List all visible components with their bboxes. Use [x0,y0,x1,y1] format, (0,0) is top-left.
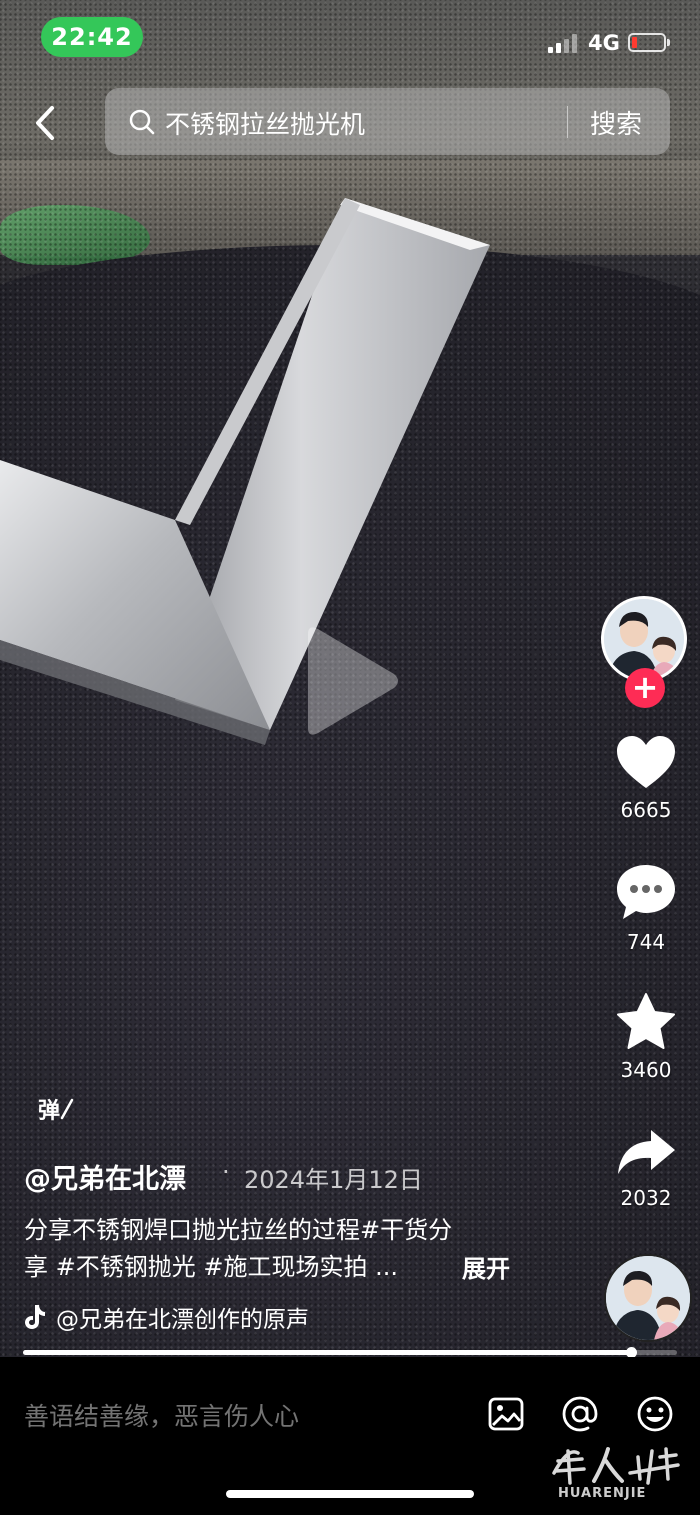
signal-icon [548,33,580,53]
share-button[interactable]: 2032 [600,1126,692,1210]
back-button[interactable] [28,104,62,142]
network-type: 4G [588,31,620,55]
share-arrow-icon [618,1130,675,1174]
avatar-photo [604,599,684,679]
favorite-button[interactable]: 3460 [600,992,692,1082]
description-line-1: 分享不锈钢焊口抛光拉丝的过程#干货分 [24,1216,453,1244]
description-line-2: 享 #不锈钢抛光 #施工现场实拍 ... [24,1253,398,1281]
comment-button[interactable]: 744 [600,862,692,954]
search-icon [129,109,155,135]
caption-separator: · [222,1158,230,1186]
home-indicator[interactable] [226,1490,474,1498]
tiktok-note-icon [25,1305,45,1329]
follow-button[interactable]: + [625,668,665,708]
heart-icon [617,736,675,788]
watermark-text: HUARENJIE [558,1486,647,1501]
favorite-count: 3460 [620,1058,672,1082]
search-divider [567,106,568,138]
play-icon[interactable] [298,622,402,740]
comment-bar: 善语结善缘，恶言伤人心 HUARENJIE [0,1357,700,1515]
music-info[interactable]: @兄弟在北漂创作的原声 [24,1300,309,1334]
danmu-slash-icon [60,1098,74,1120]
chevron-left-icon [36,106,54,140]
image-icon[interactable] [487,1395,525,1433]
danmu-toggle[interactable]: 弹 [38,1093,60,1125]
emoji-icon[interactable] [636,1395,674,1433]
music-title: @兄弟在北漂创作的原声 [56,1307,309,1333]
like-count: 6665 [620,798,672,822]
expand-button[interactable]: 展开 [462,1249,510,1284]
post-date: 2024年1月12日 [244,1166,423,1194]
music-disc-photo [606,1256,690,1340]
video-progress-bar[interactable] [23,1347,677,1358]
huarenjie-logo [552,1447,680,1485]
comment-input[interactable]: 善语结善缘，恶言伤人心 [24,1397,299,1433]
star-icon [617,993,675,1049]
status-time: 22:42 [41,17,143,57]
comment-count: 744 [626,930,666,954]
comment-icon [617,865,675,919]
search-button[interactable]: 搜索 [590,104,642,141]
progress-fill [23,1350,632,1355]
video-description[interactable]: 分享不锈钢焊口抛光拉丝的过程#干货分 享 #不锈钢抛光 #施工现场实拍 ... [24,1212,524,1286]
author-name[interactable]: @兄弟在北漂 [24,1157,186,1196]
at-mention-icon[interactable] [561,1395,599,1433]
search-bar[interactable]: 不锈钢拉丝抛光机 搜索 [105,88,670,155]
battery-icon [628,33,670,52]
status-bar: 22:42 4G [0,0,700,76]
search-input[interactable]: 不锈钢拉丝抛光机 [165,105,365,141]
music-disc[interactable] [604,1254,692,1342]
share-count: 2032 [620,1186,672,1210]
like-button[interactable]: 6665 [600,734,692,822]
